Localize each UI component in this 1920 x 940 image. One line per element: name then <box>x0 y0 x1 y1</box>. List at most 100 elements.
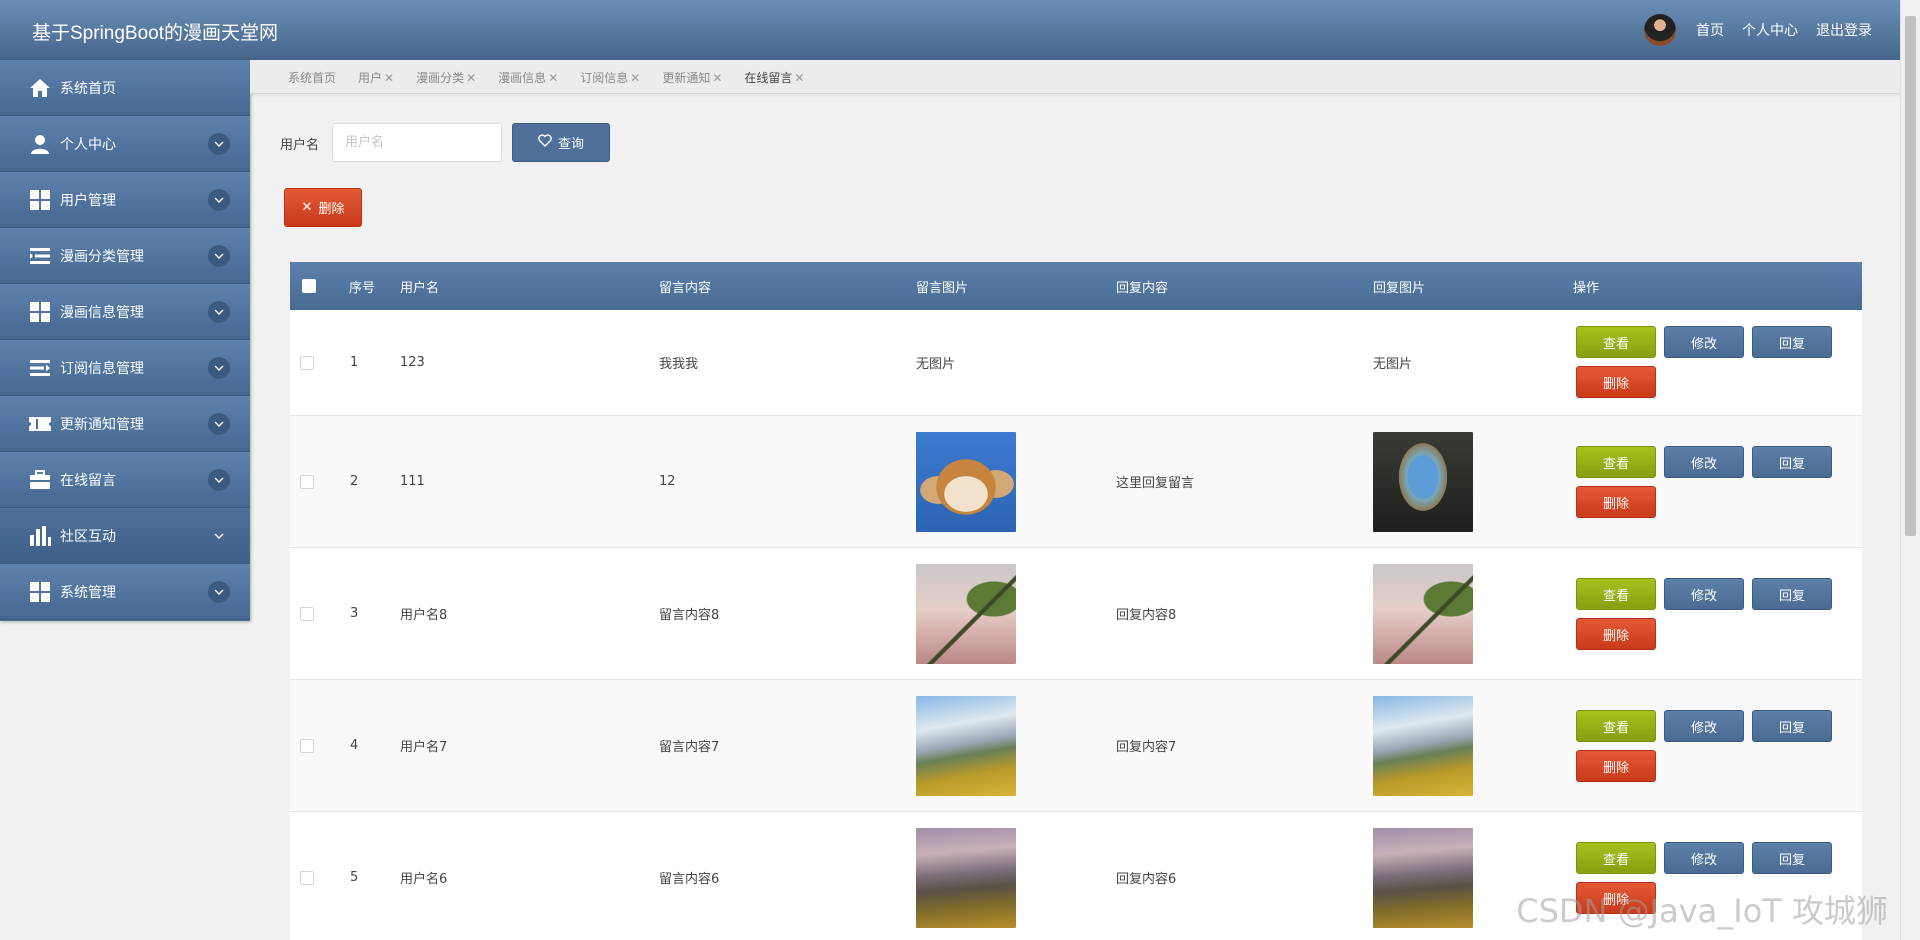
row-checkbox[interactable] <box>300 474 314 489</box>
view-button[interactable]: 查看 <box>1576 578 1656 610</box>
sidebar-item-online-message[interactable]: 在线留言 <box>0 452 250 508</box>
edit-button[interactable]: 修改 <box>1664 446 1744 478</box>
cell-username: 用户名7 <box>400 740 448 755</box>
tab-label: 在线留言 <box>744 70 793 85</box>
sidebar-item-comic-category[interactable]: 漫画分类管理 <box>0 228 250 284</box>
close-icon: ✕ <box>301 200 313 215</box>
delete-button[interactable]: 删除 <box>1576 366 1656 398</box>
sidebar-item-profile[interactable]: 个人中心 <box>0 116 250 172</box>
sidebar-item-home[interactable]: 系统首页 <box>0 60 250 116</box>
cell-reply: 回复内容7 <box>1116 740 1177 755</box>
row-checkbox[interactable] <box>300 606 314 621</box>
sidebar-item-label: 漫画分类管理 <box>60 248 144 265</box>
chevron-down-icon[interactable] <box>208 133 230 155</box>
avatar[interactable] <box>1644 14 1676 46</box>
view-button[interactable]: 查看 <box>1576 326 1656 358</box>
cell-no: 1 <box>350 355 359 370</box>
sidebar-item-users[interactable]: 用户管理 <box>0 172 250 228</box>
edit-button[interactable]: 修改 <box>1664 578 1744 610</box>
message-image[interactable] <box>916 695 1016 796</box>
delete-button[interactable]: 删除 <box>1576 618 1656 650</box>
reply-button[interactable]: 回复 <box>1752 578 1832 610</box>
row-actions: 查看 修改 回复 删除 <box>1576 416 1836 547</box>
tab-label: 更新通知 <box>662 70 711 85</box>
edit-button[interactable]: 修改 <box>1664 842 1744 874</box>
col-header: 留言图片 <box>916 280 969 296</box>
tab-label: 漫画分类 <box>416 70 465 85</box>
close-icon[interactable]: ✕ <box>466 71 476 85</box>
tab-update-notice[interactable]: 更新通知 ✕ <box>662 69 722 86</box>
chevron-down-icon[interactable] <box>208 189 230 211</box>
edit-button[interactable]: 修改 <box>1664 710 1744 742</box>
message-table: 序号 用户名 留言内容 留言图片 回复内容 回复图片 操作 1 123 我我我 … <box>290 262 1862 940</box>
message-image[interactable] <box>916 563 1016 664</box>
chevron-down-icon[interactable] <box>208 245 230 267</box>
tab-users[interactable]: 用户 ✕ <box>358 69 394 86</box>
sidebar-item-system[interactable]: 系统管理 <box>0 564 250 620</box>
table-row: 3 用户名8 留言内容8 回复内容8 查看 修改 回复 删除 <box>290 548 1862 680</box>
search-button[interactable]: 查询 <box>512 123 610 162</box>
list-icon <box>28 244 52 268</box>
row-actions: 查看 修改 回复 删除 <box>1576 548 1836 679</box>
sidebar-item-label: 社区互动 <box>60 528 116 545</box>
view-button[interactable]: 查看 <box>1576 446 1656 478</box>
close-icon[interactable]: ✕ <box>630 71 640 85</box>
scrollbar-thumb[interactable] <box>1905 16 1916 536</box>
tab-home[interactable]: 系统首页 <box>288 69 336 86</box>
sidebar-item-label: 订阅信息管理 <box>60 360 144 377</box>
close-icon[interactable]: ✕ <box>794 71 804 85</box>
tab-comic-category[interactable]: 漫画分类 ✕ <box>416 69 476 86</box>
reply-button[interactable]: 回复 <box>1752 710 1832 742</box>
sidebar: 系统首页 个人中心 用户管理 漫画分类管理 漫画信息管理 订阅信息管理 更新通知… <box>0 60 250 621</box>
search-label: 用户名 <box>280 138 320 153</box>
row-checkbox[interactable] <box>300 738 314 753</box>
message-image[interactable] <box>916 827 1016 928</box>
reply-button[interactable]: 回复 <box>1752 326 1832 358</box>
close-icon[interactable]: ✕ <box>712 71 722 85</box>
view-button[interactable]: 查看 <box>1576 842 1656 874</box>
cell-no: 2 <box>350 474 359 489</box>
nav-profile-link[interactable]: 个人中心 <box>1742 20 1798 40</box>
sidebar-item-update-notice[interactable]: 更新通知管理 <box>0 396 250 452</box>
cell-content: 12 <box>659 474 676 489</box>
grid-icon <box>28 300 52 324</box>
sidebar-item-community[interactable]: 社区互动 <box>0 508 250 564</box>
nav-home-link[interactable]: 首页 <box>1696 20 1724 40</box>
chevron-down-icon[interactable] <box>208 525 230 547</box>
sidebar-item-label: 系统管理 <box>60 584 116 601</box>
row-checkbox[interactable] <box>300 355 314 370</box>
row-checkbox[interactable] <box>300 870 314 885</box>
nav-logout-link[interactable]: 退出登录 <box>1816 20 1872 40</box>
chevron-down-icon[interactable] <box>208 413 230 435</box>
chevron-down-icon[interactable] <box>208 357 230 379</box>
reply-image[interactable] <box>1373 695 1473 796</box>
tab-comic-info[interactable]: 漫画信息 ✕ <box>498 69 558 86</box>
edit-button[interactable]: 修改 <box>1664 326 1744 358</box>
message-image[interactable] <box>916 431 1016 532</box>
close-icon[interactable]: ✕ <box>548 71 558 85</box>
reply-button[interactable]: 回复 <box>1752 446 1832 478</box>
sidebar-item-comic-info[interactable]: 漫画信息管理 <box>0 284 250 340</box>
top-nav: 首页 个人中心 退出登录 <box>1644 0 1872 60</box>
sidebar-item-subscription[interactable]: 订阅信息管理 <box>0 340 250 396</box>
sidebar-item-label: 更新通知管理 <box>60 416 144 433</box>
page-scrollbar[interactable] <box>1900 0 1920 940</box>
chevron-down-icon[interactable] <box>208 301 230 323</box>
cell-username: 用户名6 <box>400 872 448 887</box>
reply-button[interactable]: 回复 <box>1752 842 1832 874</box>
close-icon[interactable]: ✕ <box>384 71 394 85</box>
tab-subscription[interactable]: 订阅信息 ✕ <box>580 69 640 86</box>
search-button-label: 查询 <box>557 137 584 152</box>
select-all-checkbox[interactable] <box>302 279 316 293</box>
chevron-down-icon[interactable] <box>208 581 230 603</box>
delete-button[interactable]: 删除 <box>1576 750 1656 782</box>
tab-online-message[interactable]: 在线留言 ✕ <box>744 69 804 86</box>
reply-image[interactable] <box>1373 563 1473 664</box>
batch-delete-button[interactable]: ✕ 删除 <box>284 188 362 227</box>
view-button[interactable]: 查看 <box>1576 710 1656 742</box>
reply-image[interactable] <box>1373 431 1473 532</box>
delete-button[interactable]: 删除 <box>1576 486 1656 518</box>
reply-image[interactable] <box>1373 827 1473 928</box>
chevron-down-icon[interactable] <box>208 469 230 491</box>
search-input[interactable] <box>332 123 502 162</box>
